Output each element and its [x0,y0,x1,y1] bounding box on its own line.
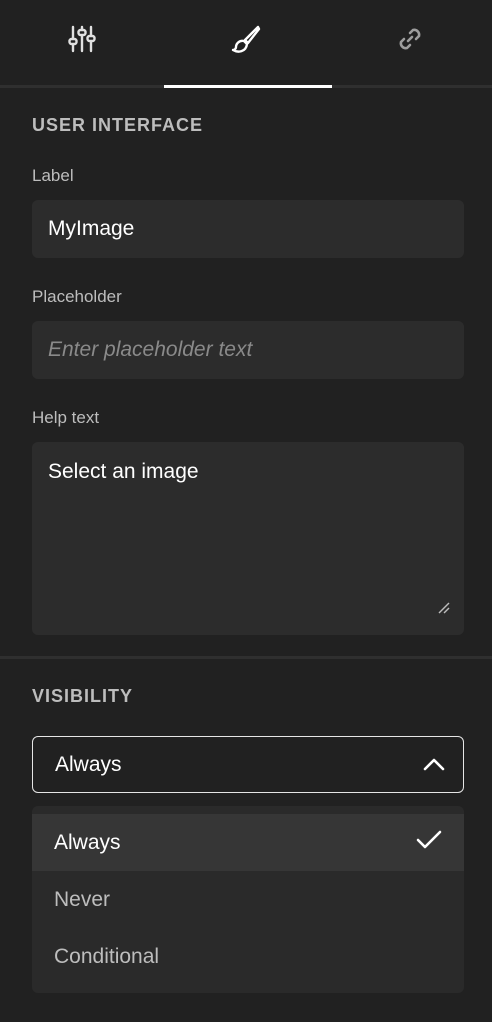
placeholder-field-label: Placeholder [32,287,122,306]
paintbrush-icon [230,23,262,55]
option-always[interactable]: Always [32,814,464,871]
chevron-up-icon [423,753,445,777]
tab-settings[interactable] [0,0,164,85]
help-text-field-label: Help text [32,408,100,427]
option-label: Always [54,830,121,854]
label-field-label: Label [32,166,74,185]
option-label: Never [54,887,111,911]
option-label: Conditional [54,944,160,968]
visibility-section: VISIBILITY Always Always Never Condition… [0,659,492,993]
section-title-visibility: VISIBILITY [32,686,134,706]
help-text-input[interactable]: Select an image [32,442,464,635]
user-interface-section: USER INTERFACE Label Placeholder Help te… [0,88,492,635]
option-never[interactable]: Never [32,871,464,928]
visibility-selected-value: Always [55,752,122,776]
label-input[interactable] [32,200,464,258]
link-icon [394,23,426,55]
tab-style[interactable] [164,0,328,85]
resize-handle-icon[interactable] [438,601,450,619]
sliders-icon [67,24,97,54]
option-conditional[interactable]: Conditional [32,928,464,985]
visibility-options-menu: Always Never Conditional [32,806,464,993]
placeholder-input[interactable] [32,321,464,379]
help-text-container: Select an image [32,442,464,635]
tab-bar [0,0,492,88]
active-tab-indicator [164,85,332,88]
checkmark-icon [416,830,442,856]
tab-links[interactable] [328,0,492,85]
section-title-user-interface: USER INTERFACE [32,115,204,135]
visibility-select[interactable]: Always [32,736,464,793]
